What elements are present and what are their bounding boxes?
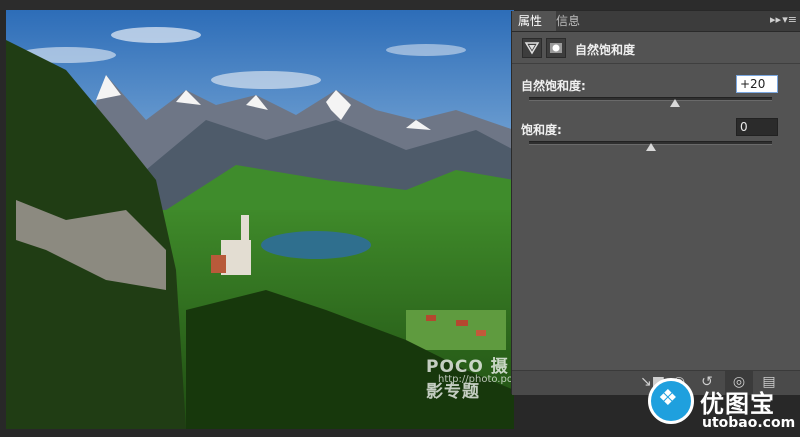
bird-icon: ❖ <box>658 386 678 411</box>
adjustment-title: 自然饱和度 <box>575 43 636 57</box>
brand-url: utobao.com <box>702 415 796 431</box>
brand-name: 优图宝 <box>700 390 775 418</box>
tab-info[interactable]: 信息 <box>550 11 586 31</box>
panel-tabbar: 属性 信息 ▸▸ ▾≡ <box>512 11 800 32</box>
vibrance-value-input[interactable]: +20 <box>736 75 778 93</box>
vibrance-slider-track[interactable] <box>529 97 772 101</box>
panel-menu-icon[interactable]: ▾≡ <box>782 13 797 26</box>
layer-mask-icon[interactable] <box>546 38 566 58</box>
photo-watermark-url: http://photo.poco.cn/ <box>438 374 514 385</box>
canvas-photo: POCO 摄影专题 http://photo.poco.cn/ <box>6 10 514 429</box>
saturation-value-input[interactable]: 0 <box>736 118 778 136</box>
saturation-slider-thumb[interactable] <box>645 143 656 151</box>
triangle-adjustment-icon[interactable] <box>522 38 542 58</box>
saturation-label: 饱和度: <box>521 123 562 137</box>
adjustment-header: 自然饱和度 <box>512 33 800 64</box>
vibrance-label: 自然饱和度: <box>521 79 586 93</box>
vibrance-slider-thumb[interactable] <box>669 99 680 107</box>
double-chevron-right-icon[interactable]: ▸▸ <box>770 13 781 26</box>
properties-panel: 属性 信息 ▸▸ ▾≡ 自然饱和度 自然饱和度: +20 饱和度: 0 ↘■ ◉ <box>511 11 800 395</box>
top-strip <box>0 0 800 10</box>
